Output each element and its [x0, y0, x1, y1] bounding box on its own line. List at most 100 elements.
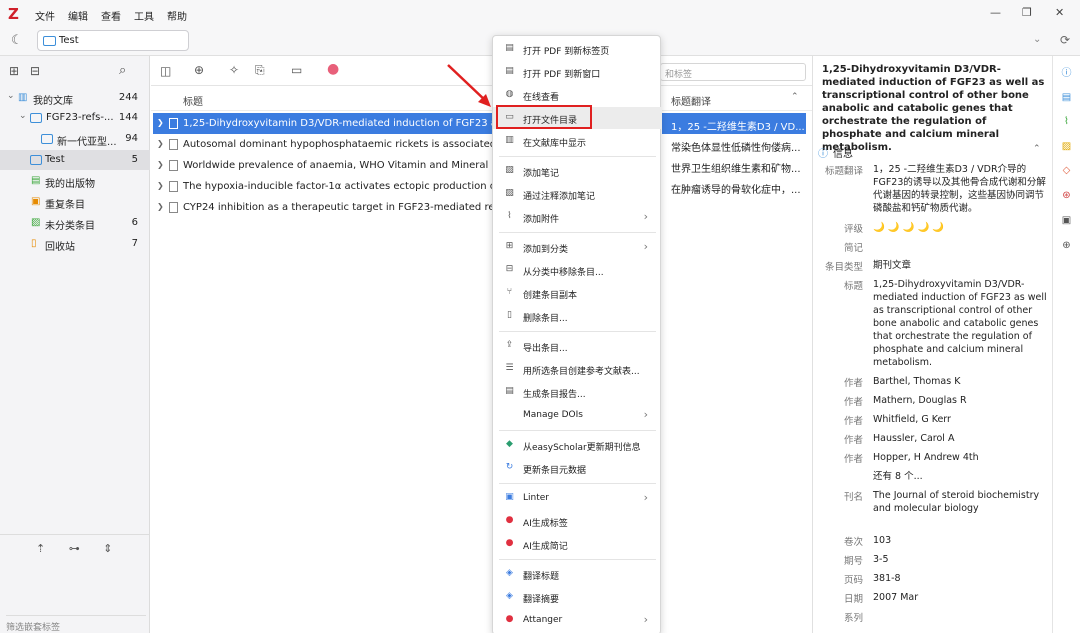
context-menu-item[interactable]: ⊟ 从分类中移除条目...: [493, 259, 662, 281]
plugin-icon[interactable]: ●: [327, 61, 339, 77]
sort-chevron-icon[interactable]: ⌃: [791, 92, 799, 102]
context-menu-item[interactable]: ◈ 翻译标题: [493, 563, 662, 585]
translation-cell[interactable]: 1，25 -二羟维生素D3 / VD...: [662, 113, 806, 134]
search-input[interactable]: 和标签: [660, 63, 806, 81]
collection-unfiled[interactable]: ▨ 未分类条目 6: [0, 213, 150, 233]
toggle-pane-icon[interactable]: ◫: [160, 64, 171, 78]
expand-icon[interactable]: ⌄: [7, 91, 15, 101]
context-menu-item[interactable]: ● Attanger ›: [493, 609, 662, 631]
expand-collapse-icon[interactable]: ⇕: [103, 542, 112, 555]
menu-file[interactable]: 文件: [35, 8, 55, 23]
new-saved-search-icon[interactable]: ⊟: [30, 64, 40, 78]
magic-wand-icon[interactable]: ✧: [229, 63, 239, 77]
context-menu-item[interactable]: ◈ 翻译摘要: [493, 586, 662, 608]
field-value[interactable]: 期刊文章: [873, 259, 1048, 272]
field-value[interactable]: 381-8: [873, 572, 1048, 585]
attachments-nav-icon[interactable]: ⌇: [1060, 115, 1073, 128]
field-value[interactable]: Hopper, H Andrew 4th: [873, 451, 1048, 464]
column-header-translation[interactable]: 标题翻译: [671, 93, 711, 108]
sync-icon[interactable]: ⟳: [1060, 33, 1070, 47]
context-menu-item[interactable]: ⇪ 导出条目...: [493, 335, 662, 357]
expand-icon[interactable]: ❯: [157, 202, 164, 211]
related-nav-icon[interactable]: ⊛: [1060, 189, 1073, 202]
item-row[interactable]: ❯ The hypoxia-inducible factor-1α activa…: [153, 176, 493, 197]
field-value[interactable]: Whitfield, G Kerr: [873, 413, 1048, 426]
collection-duplicates[interactable]: ▣ 重复条目: [0, 192, 150, 212]
expand-icon[interactable]: ❯: [157, 160, 164, 169]
expand-icon[interactable]: ⌄: [19, 111, 27, 121]
context-menu-item[interactable]: ⊞ 添加到分类 ›: [493, 236, 662, 258]
collapse-icon[interactable]: ⌃: [1033, 144, 1041, 154]
expand-icon[interactable]: ❯: [157, 139, 164, 148]
field-value[interactable]: 103: [873, 534, 1048, 547]
context-menu-item[interactable]: ▨ 添加笔记: [493, 160, 662, 182]
field-value[interactable]: Haussler, Carol A: [873, 432, 1048, 445]
translation-cell[interactable]: 世界卫生组织维生素和矿物...: [662, 155, 806, 176]
context-menu-item[interactable]: ☰ 用所选条目创建参考文献表...: [493, 358, 662, 380]
translation-cell[interactable]: 常染色体显性低磷性佝偻病...: [662, 134, 806, 155]
new-collection-icon[interactable]: ⊞: [9, 64, 19, 78]
tag-display-icon[interactable]: ⊶: [69, 542, 80, 555]
context-menu-item[interactable]: ▣ Linter ›: [493, 487, 662, 509]
libraries-nav-icon[interactable]: ▣: [1060, 214, 1073, 227]
column-header-title[interactable]: 标题: [183, 93, 203, 108]
sort-ascending-icon[interactable]: ⇡: [36, 542, 45, 555]
menu-help[interactable]: 帮助: [167, 8, 187, 23]
collection-my-library[interactable]: ⌄ ▥ 我的文库 244: [0, 88, 150, 108]
context-menu-item[interactable]: ⑂ 创建条目副本: [493, 282, 662, 304]
context-menu-item[interactable]: ● AI生成标签: [493, 510, 662, 532]
field-value[interactable]: Barthel, Thomas K: [873, 375, 1048, 388]
context-menu-item[interactable]: ▤ 打开 PDF 到新标签页: [493, 38, 662, 60]
field-value[interactable]: 2007 Mar: [873, 591, 1048, 604]
field-value[interactable]: 1,25-Dihydroxyvitamin D3/VDR-mediated in…: [873, 278, 1048, 369]
tags-nav-icon[interactable]: ◇: [1060, 164, 1073, 177]
field-value[interactable]: 3-5: [873, 553, 1048, 566]
chevron-down-icon[interactable]: ⌄: [1033, 34, 1041, 45]
tab-test[interactable]: Test: [37, 30, 189, 51]
info-nav-icon[interactable]: ⓘ: [1060, 67, 1073, 80]
field-value[interactable]: 1，25 -二羟维生素D3 / VDR介导的FGF23的诱导以及其他骨合成代谢和…: [873, 163, 1048, 215]
collection-my-publications[interactable]: ▤ 我的出版物: [0, 171, 150, 191]
item-row[interactable]: ❯ CYP24 inhibition as a therapeutic targ…: [153, 197, 493, 218]
section-info-heading[interactable]: 信息: [833, 145, 853, 160]
field-value[interactable]: 🌙 🌙 🌙 🌙 🌙: [873, 221, 1048, 234]
translation-cell[interactable]: 在肿瘤诱导的骨软化症中，...: [662, 176, 806, 197]
menu-tools[interactable]: 工具: [134, 8, 154, 23]
context-menu-item[interactable]: ● AI生成简记: [493, 533, 662, 555]
context-menu-item[interactable]: ▤ 生成条目报告...: [493, 381, 662, 403]
context-menu-item[interactable]: ⌇ 添加附件 ›: [493, 206, 662, 228]
item-row[interactable]: ❯ Autosomal dominant hypophosphataemic r…: [153, 134, 493, 155]
collection-test[interactable]: Test 5: [0, 150, 150, 170]
abstract-nav-icon[interactable]: ▤: [1060, 91, 1073, 104]
context-menu-item[interactable]: ▯ 删除条目...: [493, 305, 662, 327]
add-attachment-icon[interactable]: ⎘: [255, 63, 265, 78]
context-menu-item[interactable]: Manage DOIs ›: [493, 404, 662, 426]
minimize-icon[interactable]: —: [990, 6, 1001, 19]
new-item-icon[interactable]: ⊕: [194, 63, 204, 77]
tag-filter-input[interactable]: 筛选嵌套标签: [6, 615, 146, 633]
notes-nav-icon[interactable]: ▨: [1060, 140, 1073, 153]
new-note-icon[interactable]: ▭: [291, 63, 302, 77]
context-menu-item[interactable]: ▤ 打开 PDF 到新窗口: [493, 61, 662, 83]
context-menu-item[interactable]: ◍ 在线查看: [493, 84, 662, 106]
moon-icon[interactable]: ☾: [11, 33, 23, 48]
collection-fgf23-refs[interactable]: ⌄ FGF23-refs-... 144: [0, 108, 150, 128]
context-menu-item[interactable]: ↻ 更新条目元数据: [493, 457, 662, 479]
item-row[interactable]: ❯ 1,25-Dihydroxyvitamin D3/VDR-mediated …: [153, 113, 493, 134]
context-menu-item[interactable]: ▥ 在文献库中显示: [493, 130, 662, 152]
menu-view[interactable]: 查看: [101, 8, 121, 23]
locate-nav-icon[interactable]: ⊕: [1060, 239, 1073, 252]
field-value[interactable]: 还有 8 个...: [873, 470, 1048, 483]
context-menu-item[interactable]: ▨ 通过注释添加笔记: [493, 183, 662, 205]
item-title-header[interactable]: 1,25-Dihydroxyvitamin D3/VDR-mediated in…: [822, 63, 1046, 154]
collection-trash[interactable]: ▯ 回收站 7: [0, 234, 150, 254]
expand-icon[interactable]: ❯: [157, 118, 164, 127]
search-icon[interactable]: ⌕: [119, 63, 126, 78]
menu-edit[interactable]: 编辑: [68, 8, 88, 23]
close-icon[interactable]: ✕: [1055, 6, 1064, 19]
context-menu-item[interactable]: ◆ 从easyScholar更新期刊信息: [493, 434, 662, 456]
item-row[interactable]: ❯ Worldwide prevalence of anaemia, WHO V…: [153, 155, 493, 176]
field-value[interactable]: Mathern, Douglas R: [873, 394, 1048, 407]
restore-icon[interactable]: ❐: [1022, 6, 1032, 19]
expand-icon[interactable]: ❯: [157, 181, 164, 190]
